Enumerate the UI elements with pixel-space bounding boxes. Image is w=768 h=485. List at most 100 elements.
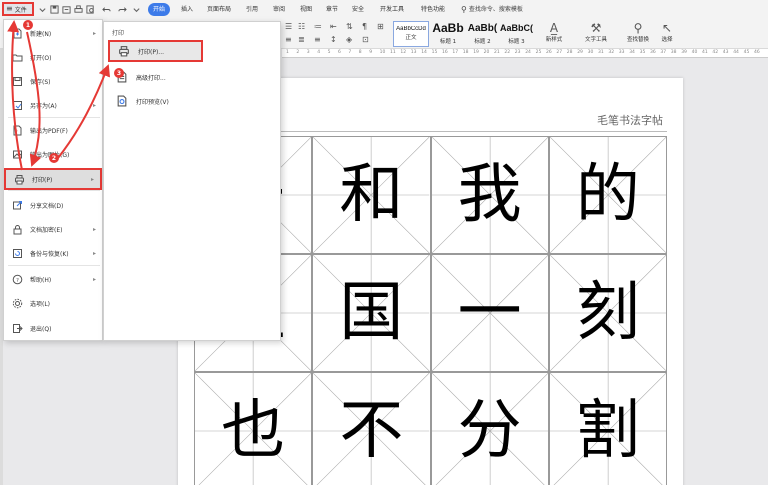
- lock-icon: [4, 224, 30, 235]
- ruler-mark: 27: [556, 50, 563, 55]
- file-menu-item-label: 退出(Q): [30, 325, 52, 333]
- align-center-icon[interactable]: ≣: [298, 35, 305, 44]
- file-menu-item-new[interactable]: 新建(N) ▸: [4, 22, 102, 44]
- ruler-mark: 41: [702, 50, 708, 55]
- file-menu-item-label: 分享文档(D): [30, 202, 64, 210]
- image-icon: [4, 149, 30, 160]
- file-menu-item-label: 保存(S): [30, 78, 51, 86]
- printer-icon[interactable]: [73, 3, 84, 15]
- chevron-down-icon[interactable]: [131, 3, 142, 15]
- print-submenu-item-label: 高级打印...: [136, 74, 166, 82]
- chevron-down-icon[interactable]: [37, 3, 48, 15]
- file-menu-item-encrypt[interactable]: 文档加密(E) ▸: [4, 218, 102, 240]
- grid-cell: 不: [312, 372, 431, 485]
- file-menu-item-options[interactable]: 选项(L): [4, 292, 102, 314]
- tab-home[interactable]: 开始: [148, 3, 171, 16]
- calligraphy-character: 刻: [575, 276, 640, 350]
- list-icon[interactable]: ☷: [298, 22, 305, 31]
- select-button[interactable]: ↖ 选择: [650, 21, 684, 43]
- file-menu-button[interactable]: ≡ 文件: [2, 2, 34, 16]
- print-preview-icon[interactable]: [85, 3, 96, 15]
- file-menu-item-label: 打印(P): [32, 176, 53, 184]
- command-search-text: 查找命令、搜索模板: [468, 6, 523, 13]
- ruler-mark: 24: [525, 50, 531, 55]
- grid-cell: 割: [548, 372, 667, 485]
- indent-icon[interactable]: ☰: [285, 22, 292, 31]
- file-menu-item-exit[interactable]: 退出(Q): [4, 317, 102, 339]
- file-menu-item-label: 打开(O): [30, 54, 52, 62]
- table-border-icon[interactable]: ⊡: [362, 35, 369, 44]
- tab-security[interactable]: 安全: [352, 3, 364, 16]
- style-heading-2[interactable]: AaBb( 标题 2: [466, 21, 499, 47]
- ruler: 1 2 3 4 5 6 7 8 9 10 11 12 13 14 15 16 17 18 19 20 21 22 23 24 2…: [282, 49, 768, 58]
- ruler-mark: 11: [390, 50, 396, 55]
- style-normal[interactable]: AaBbCcDd 正文: [393, 21, 429, 47]
- print-submenu-item-print-preview[interactable]: 打印预览(V): [108, 90, 202, 112]
- ruler-mark: 13: [410, 50, 417, 55]
- file-menu-item-backup[interactable]: 备份与恢复(K) ▸: [4, 242, 102, 264]
- ruler-mark: 31: [598, 50, 604, 55]
- save-as-icon: [4, 100, 30, 111]
- text-tools-button[interactable]: ⚒ 文字工具: [576, 21, 616, 43]
- printer-icon: [6, 174, 32, 185]
- new-style-button[interactable]: A̲ 新样式: [536, 21, 572, 43]
- style-heading-3-sample: AaBbC(: [500, 23, 533, 33]
- file-menu-item-label: 帮助(H): [30, 276, 52, 284]
- pdf-icon: P: [4, 125, 30, 136]
- ruler-mark: 35: [639, 50, 646, 55]
- style-heading-2-caption: 标题 2: [474, 39, 491, 45]
- file-menu-item-help[interactable]: ? 帮助(H) ▸: [4, 268, 102, 290]
- save-icon[interactable]: [49, 3, 60, 15]
- ruler-mark: 7: [348, 50, 352, 55]
- calligraphy-character: 我: [457, 158, 522, 232]
- border-icon[interactable]: ⊞: [377, 22, 384, 31]
- style-heading-3[interactable]: AaBbC( 标题 3: [500, 21, 533, 47]
- ruler-mark: 16: [442, 50, 448, 55]
- undo-icon[interactable]: [101, 3, 112, 15]
- tab-review[interactable]: 审阅: [273, 3, 285, 16]
- file-menu-item-export-pdf[interactable]: P 输出为PDF(F): [4, 119, 102, 141]
- calligraphy-character: 和: [339, 158, 404, 232]
- line-spacing-icon[interactable]: ↕: [330, 35, 337, 44]
- export-icon[interactable]: [61, 3, 72, 15]
- file-menu-item-save-as[interactable]: 另存为(A) ▸: [4, 94, 102, 116]
- file-menu-item-save[interactable]: 保存(S): [4, 70, 102, 92]
- tab-page-layout[interactable]: 页面布局: [207, 3, 231, 16]
- new-style-icon: A̲: [549, 21, 559, 35]
- chevron-right-icon: ▸: [92, 225, 96, 233]
- ruler-mark: 12: [400, 50, 407, 55]
- shading-icon[interactable]: ◈: [346, 35, 352, 44]
- file-menu-item-share[interactable]: 分享文档(D): [4, 194, 102, 216]
- align-right-icon[interactable]: ≡: [314, 35, 321, 44]
- file-menu-item-print[interactable]: 打印(P) ▸: [4, 168, 102, 190]
- redo-icon[interactable]: [117, 3, 128, 15]
- style-heading-1[interactable]: AaBb 标题 1: [431, 21, 465, 47]
- print-submenu-item-print[interactable]: 打印(P)...: [108, 40, 203, 62]
- tab-developer[interactable]: 开发工具: [380, 3, 404, 16]
- calligraphy-character: 一: [457, 276, 522, 350]
- show-marks-icon[interactable]: ¶: [362, 22, 367, 31]
- decrease-indent-icon[interactable]: ⇤: [330, 22, 337, 31]
- file-menu-item-open[interactable]: 打开(O): [4, 46, 102, 68]
- chevron-right-icon: ▸: [92, 249, 96, 257]
- tab-features[interactable]: 特色功能: [421, 3, 445, 16]
- calligraphy-character: 的: [575, 158, 640, 232]
- sort-icon[interactable]: ⇅: [346, 22, 353, 31]
- tab-chapter[interactable]: 章节: [326, 3, 338, 16]
- align-left-icon[interactable]: ≡: [285, 35, 292, 44]
- tab-view[interactable]: 视图: [300, 3, 312, 16]
- style-heading-3-caption: 标题 3: [508, 39, 525, 45]
- tab-insert[interactable]: 插入: [181, 3, 193, 16]
- menu-divider: [8, 265, 100, 266]
- ruler-mark: 6: [338, 50, 341, 55]
- tab-references[interactable]: 引用: [246, 3, 258, 16]
- command-search[interactable]: ⚲ 查找命令、搜索模板: [461, 3, 523, 16]
- bullets-icon[interactable]: ≔: [314, 22, 322, 31]
- ruler-mark: 19: [473, 50, 479, 55]
- save-icon: [4, 76, 30, 87]
- ruler-mark: 28: [566, 50, 573, 55]
- ruler-mark: 14: [421, 50, 427, 55]
- ruler-mark: 26: [546, 50, 552, 55]
- wrench-icon: ⚒: [590, 21, 602, 35]
- ruler-mark: 34: [629, 50, 635, 55]
